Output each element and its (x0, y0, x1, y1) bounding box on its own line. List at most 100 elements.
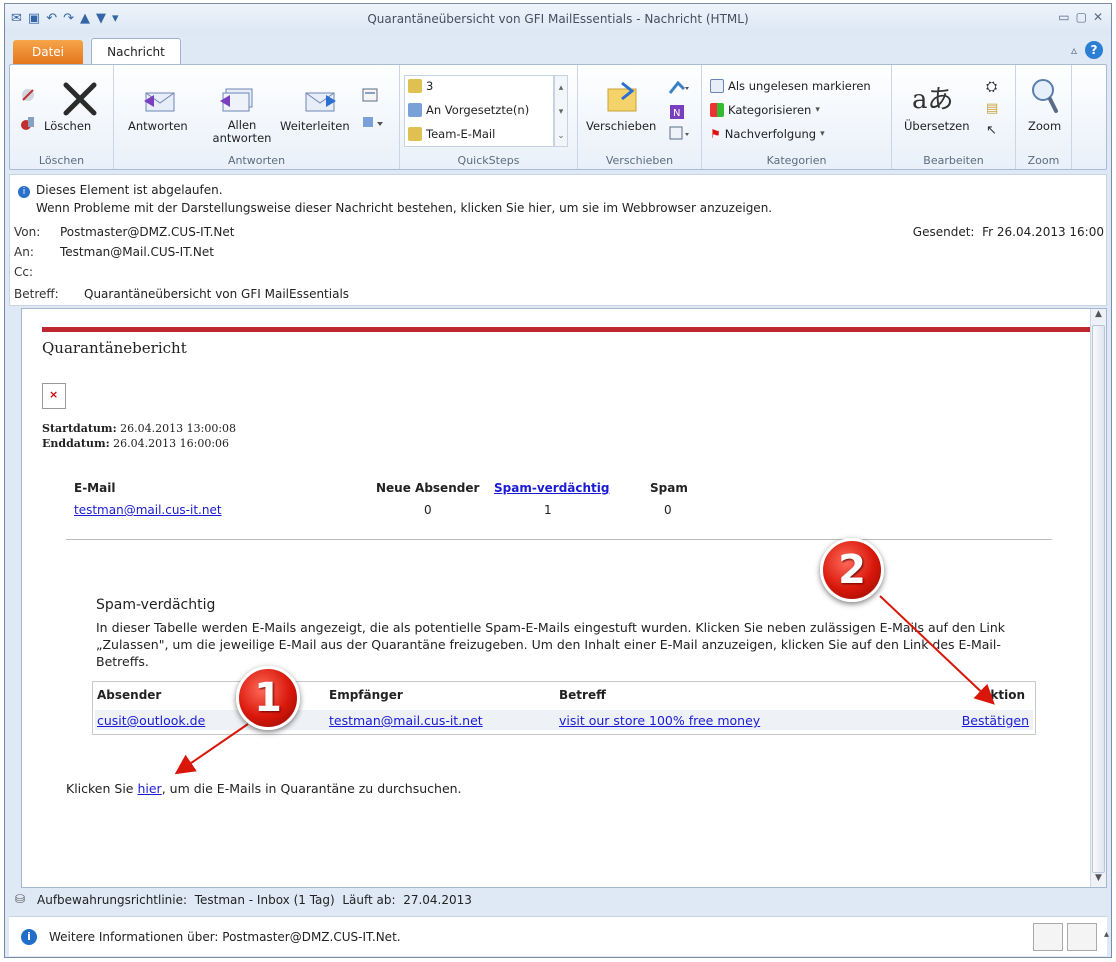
spam-recipient-link[interactable]: testman@mail.cus-it.net (329, 713, 483, 728)
quickstep-item-team[interactable]: Team-E-Mail (408, 127, 495, 141)
delete-x-icon[interactable] (60, 79, 100, 119)
chevron-down-icon: ▾ (820, 129, 825, 139)
forward-button[interactable]: Weiterleiten (280, 119, 350, 133)
help-icon[interactable]: ? (1085, 41, 1103, 59)
ribbon-group-zoom: Zoom Zoom (1016, 65, 1072, 169)
message-header: i Dieses Element ist abgelaufen. Wenn Pro… (9, 174, 1107, 306)
scroll-thumb[interactable] (1092, 325, 1105, 873)
retention-policy-bar: ⛁ Aufbewahrungsrichtlinie: Testman - Inb… (9, 888, 1107, 912)
confirm-action-link[interactable]: Bestätigen (962, 713, 1029, 728)
spam-sender-link[interactable]: cusit@outlook.de (97, 713, 205, 728)
reply-button[interactable]: Antworten (128, 119, 188, 133)
window-title: Quarantäneübersicht von GFI MailEssentia… (367, 12, 749, 26)
reply-icon[interactable] (142, 83, 178, 117)
delete-button[interactable]: Löschen (44, 119, 91, 133)
cleanup-icon[interactable] (18, 113, 38, 133)
rules-icon[interactable] (668, 79, 690, 97)
translate-button[interactable]: Übersetzen (904, 119, 970, 133)
divider (66, 539, 1052, 540)
policy-expires: 27.04.2013 (403, 893, 472, 907)
chevron-down-icon: ▾ (815, 105, 820, 115)
followup-button[interactable]: ⚑ Nachverfolgung ▾ (710, 127, 825, 141)
mark-unread-button[interactable]: Als ungelesen markieren (710, 79, 871, 93)
tab-file[interactable]: Datei (13, 40, 83, 64)
ribbon: Löschen Löschen Antworten Allen antworte… (9, 64, 1107, 170)
ribbon-group-edit: aあ Übersetzen ⛭ ▤ ↖ Bearbeiten (892, 65, 1016, 169)
spam-subject-link[interactable]: visit our store 100% free money (559, 713, 760, 728)
svg-text:N: N (673, 108, 680, 119)
broken-image-icon: × (42, 383, 66, 409)
start-date: 26.04.2013 13:00:08 (120, 422, 237, 435)
more-respond-icon[interactable] (362, 115, 384, 131)
expand-people-icon[interactable]: ▴ (1104, 929, 1109, 940)
scroll-down-icon[interactable]: ▼ (1091, 873, 1106, 887)
close-icon[interactable]: ✕ (1093, 10, 1103, 24)
summary-new-senders-count: 0 (424, 503, 432, 517)
info-icon: i (21, 929, 37, 945)
sent-row: Gesendet: Fr 26.04.2013 16:00 (912, 225, 1104, 239)
group-label-respond: Antworten (227, 154, 286, 167)
quickstep-item-1[interactable]: 3 (408, 79, 433, 93)
move-folder-icon[interactable] (604, 79, 640, 115)
reply-all-button[interactable]: Allen antworten (210, 119, 274, 145)
group-label-move: Verschieben (605, 154, 674, 167)
onenote-icon[interactable]: N (668, 103, 690, 121)
scroll-up-icon[interactable]: ▲ (1091, 309, 1106, 323)
contact-avatar-1[interactable] (1033, 923, 1063, 951)
summary-header-spam: Spam (650, 481, 688, 495)
actions-icon[interactable] (668, 125, 690, 143)
ribbon-group-quicksteps: 3 An Vorgesetzte(n) Team-E-Mail ▴ ▾ ⌄ Quic… (400, 65, 578, 169)
translate-icon[interactable]: aあ (912, 79, 954, 116)
contact-avatar-2[interactable] (1067, 923, 1097, 951)
spam-header-recipient: Empfänger (329, 688, 403, 702)
report-dates: Startdatum: 26.04.2013 13:00:08 Enddatum… (42, 422, 237, 450)
window-controls: ▭ ▢ ✕ (1058, 10, 1103, 24)
people-info-bar: i Weitere Informationen über: Postmaster… (9, 916, 1109, 956)
find-icon[interactable]: ⛭ (986, 79, 997, 95)
spam-section-description: In dieser Tabelle werden E-Mails angezei… (96, 620, 1006, 669)
quicksteps-scroll[interactable]: ▴ ▾ ⌄ (554, 75, 568, 147)
quarantine-here-link[interactable]: hier (137, 781, 161, 796)
vertical-scrollbar[interactable]: ▲ ▼ (1090, 309, 1106, 887)
group-label-zoom: Zoom (1027, 154, 1060, 167)
marker-1: 1 (236, 666, 300, 730)
from-value[interactable]: Postmaster@DMZ.CUS-IT.Net (60, 225, 235, 239)
quickstep-forward-icon (408, 103, 422, 117)
ribbon-collapse-icon[interactable]: ▵ (1071, 43, 1077, 57)
marker-2: 2 (820, 538, 884, 602)
report-content: Quarantänebericht × Startdatum: 26.04.20… (22, 309, 1094, 887)
quarantine-hint: Klicken Sie hier, um die E-Mails in Quar… (66, 781, 462, 796)
group-label-delete: Löschen (38, 154, 85, 167)
quickstep-move-icon (408, 79, 422, 93)
tab-message[interactable]: Nachricht (91, 38, 181, 65)
group-label-quicksteps: QuickSteps (457, 154, 520, 167)
to-value[interactable]: Testman@Mail.CUS-IT.Net (60, 245, 214, 259)
move-button[interactable]: Verschieben (586, 119, 656, 133)
summary-header-suspected-spam[interactable]: Spam-verdächtig (494, 481, 609, 495)
minimize-icon[interactable]: ▭ (1058, 10, 1069, 24)
spam-section-title: Spam-verdächtig (96, 597, 216, 613)
reply-all-icon[interactable] (220, 81, 256, 117)
magnifier-icon[interactable] (1030, 77, 1060, 115)
select-cursor-icon[interactable]: ↖ (986, 123, 997, 138)
forward-icon[interactable] (302, 83, 338, 117)
browser-hint[interactable]: Wenn Probleme mit der Darstellungsweise … (36, 201, 772, 215)
envelope-icon (710, 79, 724, 93)
report-header-bar (42, 327, 1094, 332)
categories-icon (710, 103, 724, 117)
categorize-button[interactable]: Kategorisieren ▾ (710, 103, 820, 117)
meeting-icon[interactable] (362, 87, 378, 103)
ribbon-tabs: Datei Nachricht ▵ ? (5, 34, 1111, 65)
summary-email-link[interactable]: testman@mail.cus-it.net (74, 503, 222, 517)
spam-header-sender: Absender (97, 688, 162, 702)
summary-header-email: E-Mail (74, 481, 116, 495)
related-icon[interactable]: ▤ (986, 101, 998, 116)
quickstep-item-manager[interactable]: An Vorgesetzte(n) (408, 103, 529, 117)
cc-row: Cc: (14, 265, 34, 279)
title-bar: ✉ ▣ ↶ ↷ ▲ ▼ ▾ Quarantäneübersicht von GF… (5, 4, 1111, 34)
zoom-button[interactable]: Zoom (1028, 119, 1061, 133)
ignore-icon[interactable] (18, 85, 38, 105)
policy-value: Testman - Inbox (1 Tag) (194, 893, 335, 907)
maximize-icon[interactable]: ▢ (1076, 10, 1087, 24)
info-icon: i (18, 186, 30, 198)
